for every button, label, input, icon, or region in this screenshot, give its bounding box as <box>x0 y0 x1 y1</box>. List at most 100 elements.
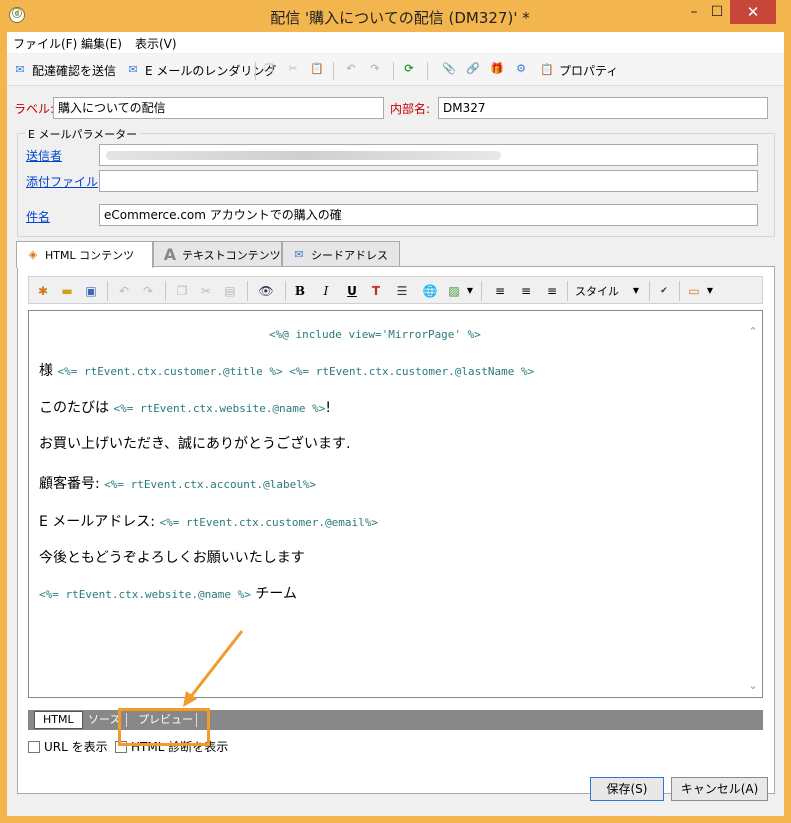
paste-icon[interactable]: 📋 <box>309 61 325 77</box>
chevron-down-icon[interactable]: ▼ <box>701 282 719 300</box>
send-proof-label: 配達確認を送信 <box>32 63 117 78</box>
editor-toolbar-separator <box>285 281 286 301</box>
new-document-icon[interactable]: ✱ <box>34 282 52 300</box>
envelope-render-icon: ✉ <box>128 63 138 76</box>
align-center-icon[interactable]: ≡ <box>517 282 535 300</box>
callout-arrow-icon <box>183 630 244 707</box>
toolbar-separator <box>427 62 428 80</box>
send-proof-button[interactable]: ✉ 配達確認を送信 <box>12 61 116 79</box>
tab-text-content[interactable]: A テキストコンテンツ <box>153 241 282 267</box>
refresh-icon[interactable]: ⟳ <box>401 61 417 77</box>
thanks-code: <%= rtEvent.ctx.website.@name %> <box>113 402 326 415</box>
subject-input[interactable]: eCommerce.com アカウントでの購入の確 <box>99 204 758 226</box>
sender-input[interactable] <box>99 144 758 166</box>
tab-seed-addresses[interactable]: ✉ シードアドレス <box>282 241 400 267</box>
email-rendering-button[interactable]: ✉ E メールのレンダリング <box>125 61 276 79</box>
label-input[interactable]: 購入についての配信 <box>53 97 384 119</box>
spellcheck-icon[interactable]: ✔ <box>655 282 673 300</box>
sender-link[interactable]: 送信者 <box>26 147 62 164</box>
show-urls-option[interactable]: URL を表示 <box>28 738 108 755</box>
tracking-icon[interactable]: ⚙ <box>513 61 529 77</box>
tab-text-content-label: テキストコンテンツ <box>182 248 281 262</box>
sender-blurred-value <box>106 151 501 160</box>
style-dropdown[interactable]: スタイル <box>575 283 619 299</box>
cut-icon[interactable]: ✂ <box>285 61 301 77</box>
subject-link[interactable]: 件名 <box>26 208 50 225</box>
scroll-up-icon[interactable]: ⌃ <box>747 325 759 338</box>
close-button[interactable]: ✕ <box>730 0 776 24</box>
email-address-text: E メールアドレス: <box>39 514 156 530</box>
minimize-button[interactable]: – <box>683 0 705 24</box>
menu-edit[interactable]: 編集(E) <box>81 35 122 52</box>
view-tab-html[interactable]: HTML <box>34 711 83 729</box>
copy-icon[interactable]: ❐ <box>173 282 191 300</box>
show-urls-checkbox[interactable] <box>28 740 40 753</box>
underline-button[interactable]: U <box>343 282 361 300</box>
client-area: ファイル(F) 編集(E) 表示(V) ✉ 配達確認を送信 ✉ E メールのレン… <box>7 32 784 816</box>
title-bar[interactable]: ⓓ 配信 '購入についての配信 (DM327)' * – ☐ ✕ <box>0 0 791 32</box>
email-address-code: <%= rtEvent.ctx.customer.@email%> <box>159 516 379 529</box>
properties-button[interactable]: 📋 プロパティ <box>539 61 618 79</box>
bold-button[interactable]: B <box>291 282 309 300</box>
undo-icon[interactable]: ↶ <box>343 61 359 77</box>
tab-html-content-label: HTML コンテンツ <box>45 249 135 262</box>
label-caption: ラベル: <box>14 102 55 116</box>
editor-toolbar-separator <box>649 281 650 301</box>
tab-html-content[interactable]: ◈ HTML コンテンツ <box>16 241 153 268</box>
save-button[interactable]: 保存(S) <box>590 777 664 801</box>
clipboard-properties-icon: 📋 <box>540 63 554 76</box>
cancel-button[interactable]: キャンセル(A) <box>671 777 768 801</box>
cut-icon[interactable]: ✂ <box>197 282 215 300</box>
seed-address-icon: ✉ <box>294 247 304 261</box>
insert-link-globe-icon[interactable]: 🌐 <box>421 282 439 300</box>
copy-icon[interactable]: ❐ <box>261 61 277 77</box>
italic-button[interactable]: I <box>317 282 335 300</box>
chevron-down-icon[interactable]: ▼ <box>461 282 479 300</box>
text-content-icon: A <box>163 244 177 264</box>
internal-name-input[interactable]: DM327 <box>438 97 768 119</box>
bullet-list-icon[interactable]: ☰ <box>393 282 411 300</box>
menu-file[interactable]: ファイル(F) <box>13 35 77 52</box>
signature-text: チーム <box>255 586 297 602</box>
align-left-icon[interactable]: ≡ <box>491 282 509 300</box>
app-logo-icon: ⓓ <box>9 7 25 23</box>
envelope-check-icon: ✉ <box>15 63 25 76</box>
main-toolbar: ✉ 配達確認を送信 ✉ E メールのレンダリング ❐ ✂ 📋 ↶ ↷ ⟳ 📎 🔗… <box>7 54 784 86</box>
align-right-icon[interactable]: ≡ <box>543 282 561 300</box>
greeting-code: <%= rtEvent.ctx.customer.@title %> <%= r… <box>57 365 535 378</box>
chevron-down-icon[interactable]: ▼ <box>627 282 645 300</box>
paste-icon[interactable]: ▤ <box>221 282 239 300</box>
editor-toolbar-separator <box>567 281 568 301</box>
attachment-input[interactable] <box>99 170 758 192</box>
save-disk-icon[interactable]: ▣ <box>82 282 100 300</box>
email-rendering-label: E メールのレンダリング <box>145 63 277 78</box>
toolbar-separator <box>255 62 256 80</box>
window-title: 配信 '購入についての配信 (DM327)' * <box>270 9 530 27</box>
greeting-text: 様 <box>39 363 53 379</box>
maximize-button[interactable]: ☐ <box>705 0 729 24</box>
email-parameters-title: E メールパラメーター <box>25 126 141 142</box>
undo-icon[interactable]: ↶ <box>115 282 133 300</box>
tab-seed-addresses-label: シードアドレス <box>311 248 388 262</box>
email-address-line: E メールアドレス: <%= rtEvent.ctx.customer.@ema… <box>39 511 378 531</box>
redo-icon[interactable]: ↷ <box>139 282 157 300</box>
attachment-link[interactable]: 添付ファイル <box>26 173 98 190</box>
link-icon[interactable]: 🔗 <box>465 61 481 77</box>
greeting-line: 様 <%= rtEvent.ctx.customer.@title %> <%=… <box>39 360 534 380</box>
thanks-line: このたびは <%= rtEvent.ctx.website.@name %>! <box>39 397 331 417</box>
properties-label: プロパティ <box>559 63 619 78</box>
attachment-icon[interactable]: 📎 <box>441 61 457 77</box>
find-binoculars-icon[interactable]: 👁 <box>257 282 275 300</box>
purchase-line: お買い上げいただき、誠にありがとうございます. <box>39 436 351 452</box>
menu-view[interactable]: 表示(V) <box>135 35 177 52</box>
text-color-icon[interactable]: T <box>367 282 385 300</box>
gift-icon[interactable]: 🎁 <box>489 61 505 77</box>
editor-toolbar-separator <box>165 281 166 301</box>
open-folder-icon[interactable]: ▬ <box>58 282 76 300</box>
html-editor[interactable]: <%@ include view='MirrorPage' %> 様 <%= r… <box>28 310 763 698</box>
redo-icon[interactable]: ↷ <box>367 61 383 77</box>
editor-toolbar-separator <box>481 281 482 301</box>
show-urls-label: URL を表示 <box>44 740 108 754</box>
toolbar-separator <box>333 62 334 80</box>
scroll-down-icon[interactable]: ⌄ <box>747 679 759 692</box>
